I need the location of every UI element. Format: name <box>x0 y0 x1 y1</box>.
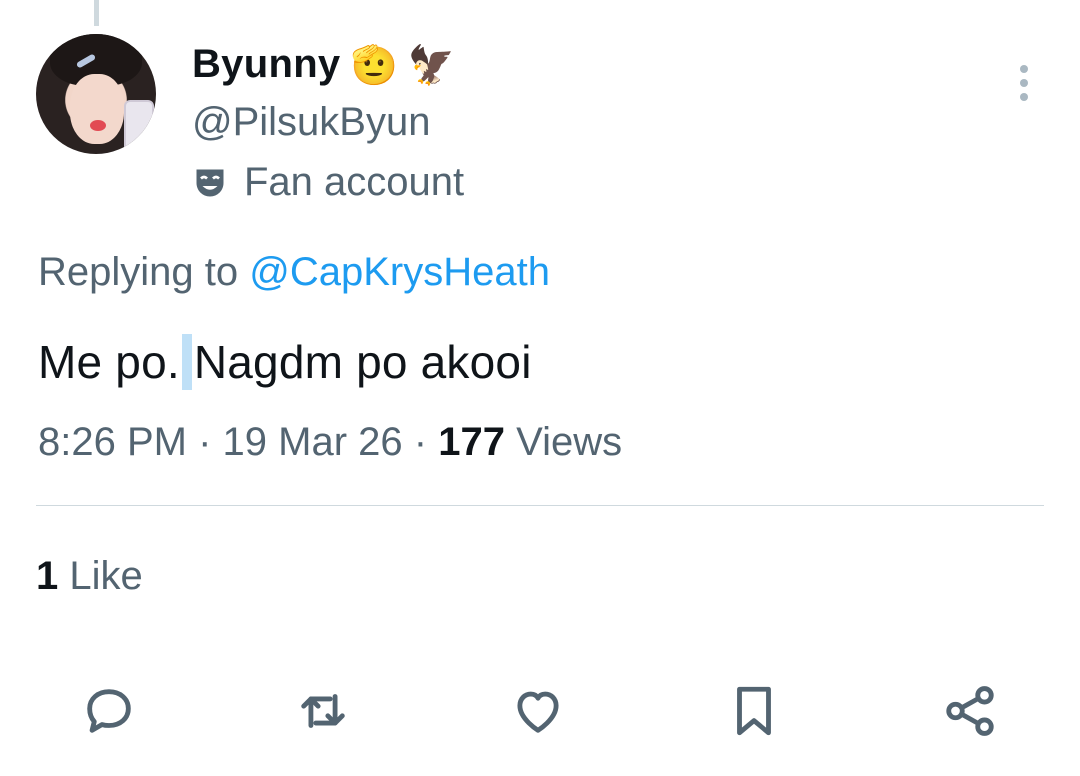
more-options-icon[interactable] <box>1018 64 1030 102</box>
display-name[interactable]: Byunny <box>192 42 340 87</box>
divider <box>36 505 1044 506</box>
meta-separator: · <box>198 420 212 464</box>
share-button[interactable] <box>935 676 1005 746</box>
saluting-face-emoji: 🫡 <box>350 42 398 87</box>
eagle-emoji: 🦅 <box>407 42 456 87</box>
tweet-text-part-1: Me po. <box>38 336 180 388</box>
tweet-text: Me po. Nagdm po akooi <box>38 334 532 390</box>
reply-button[interactable] <box>74 676 144 746</box>
retweet-icon <box>301 694 345 728</box>
reply-icon <box>87 689 131 733</box>
theater-mask-icon <box>196 169 224 196</box>
heart-icon <box>517 691 559 733</box>
views-label[interactable]: Views <box>516 420 622 464</box>
tweet-text-part-2: Nagdm po akooi <box>193 336 532 388</box>
replying-to-prefix: Replying to <box>38 250 239 294</box>
thread-connector-line <box>94 0 99 26</box>
like-button[interactable] <box>503 676 573 746</box>
affiliation-label-text: Fan account <box>244 160 465 204</box>
affiliation-label: Fan account <box>192 160 464 205</box>
retweet-button[interactable] <box>288 676 358 746</box>
meta-separator: · <box>413 420 428 464</box>
views-count[interactable]: 177 <box>438 420 505 464</box>
bookmark-icon <box>737 686 771 736</box>
author-name-row: Byunny 🫡 🦅 <box>192 42 455 87</box>
replying-to-mention[interactable]: @CapKrysHeath <box>249 250 550 294</box>
tweet-date[interactable]: 19 Mar 26 <box>223 420 403 464</box>
likes-count: 1 <box>36 554 59 598</box>
replying-to: Replying to @CapKrysHeath <box>38 250 550 295</box>
share-icon <box>946 686 994 736</box>
tweet-time[interactable]: 8:26 PM <box>38 420 187 464</box>
text-selection-cursor <box>181 334 192 390</box>
likes-label: Like <box>69 554 143 598</box>
tweet-metadata: 8:26 PM · 19 Mar 26 · 177 Views <box>38 420 622 465</box>
action-bar <box>0 676 1080 746</box>
likes-summary[interactable]: 1 Like <box>36 554 143 599</box>
bookmark-button[interactable] <box>719 676 789 746</box>
avatar[interactable] <box>36 34 156 154</box>
author-handle[interactable]: @PilsukByun <box>192 100 430 145</box>
